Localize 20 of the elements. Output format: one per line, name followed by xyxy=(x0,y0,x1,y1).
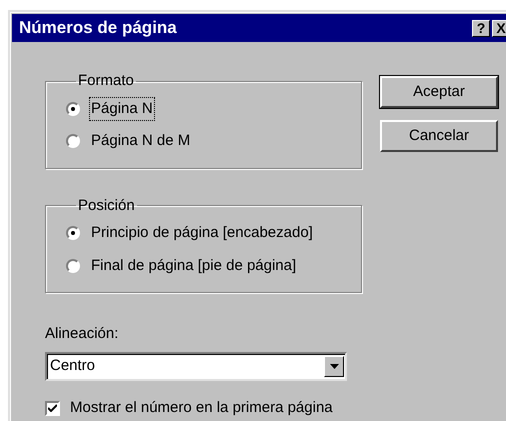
cancel-button[interactable]: Cancelar xyxy=(380,120,498,152)
radio-button[interactable] xyxy=(66,102,80,116)
ok-button[interactable]: Aceptar xyxy=(380,76,498,108)
radio-label[interactable]: Página N de M xyxy=(89,129,192,154)
radio-button[interactable] xyxy=(66,258,80,273)
checkbox[interactable] xyxy=(45,400,60,416)
group-label: Formato xyxy=(77,71,135,91)
window-title: Números de página xyxy=(19,17,177,40)
radio-label[interactable]: Página N xyxy=(89,96,155,121)
radio-label[interactable]: Principio de página [encabezado] xyxy=(89,221,315,246)
alignment-label: Alineación: xyxy=(45,325,120,343)
radio-button[interactable] xyxy=(66,226,80,240)
check-icon xyxy=(48,404,57,412)
close-button[interactable]: X xyxy=(492,20,506,36)
checkbox-label[interactable]: Mostrar el número en la primera página xyxy=(70,397,333,420)
help-button[interactable]: ? xyxy=(472,20,490,36)
radio-label[interactable]: Final de página [pie de página] xyxy=(89,254,298,278)
alignment-dropdown[interactable]: Centro xyxy=(45,352,347,381)
radio-button[interactable] xyxy=(66,134,80,148)
group-label: Posición xyxy=(77,196,136,216)
